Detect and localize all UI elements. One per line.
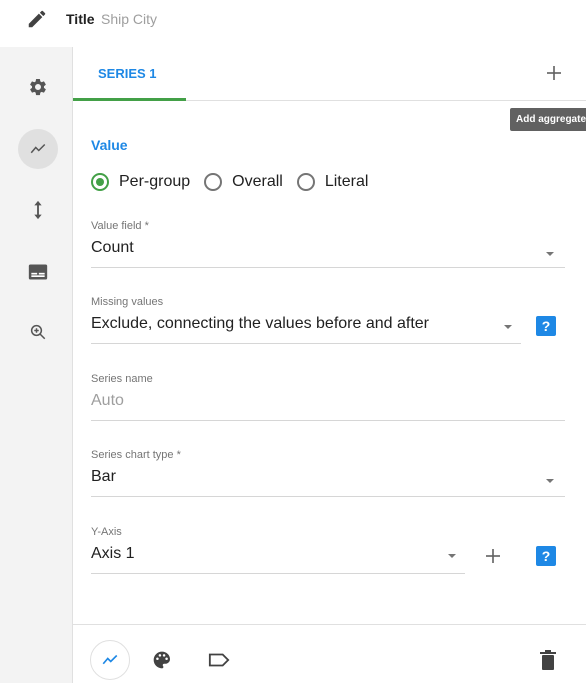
- caption-icon[interactable]: [18, 252, 58, 292]
- missing-values-value: Exclude, connecting the values before an…: [91, 315, 429, 332]
- title-value[interactable]: Ship City: [101, 11, 157, 27]
- series-tabs: SERIES 1: [73, 47, 586, 101]
- tab-series-1[interactable]: SERIES 1: [73, 47, 186, 101]
- chevron-down-icon[interactable]: [448, 554, 456, 558]
- missing-values-help-icon[interactable]: ?: [536, 316, 556, 336]
- radio-overall-circle[interactable]: [204, 173, 223, 191]
- missing-values-select[interactable]: Missing values Exclude, connecting the v…: [91, 296, 521, 344]
- sidebar: [0, 47, 72, 683]
- value-mode-radio-group: Per-group Overall Literal: [91, 170, 382, 194]
- active-tab-indicator: [73, 98, 186, 101]
- series-chart-type-select[interactable]: Series chart type * Bar: [91, 449, 565, 497]
- chevron-down-icon[interactable]: [546, 252, 554, 256]
- value-field-underline: [91, 267, 565, 268]
- y-axis-select[interactable]: Y-Axis Axis 1: [91, 526, 465, 574]
- series-name-label: Series name: [91, 373, 153, 385]
- vertical-arrows-icon[interactable]: [18, 190, 58, 230]
- radio-literal-label: Literal: [324, 173, 369, 190]
- y-axis-value: Axis 1: [91, 545, 135, 562]
- add-axis-button[interactable]: [483, 546, 503, 566]
- line-chart-icon[interactable]: [90, 640, 130, 680]
- chevron-down-icon[interactable]: [546, 479, 554, 483]
- add-aggregate-tooltip: Add aggregate: [510, 108, 586, 131]
- title-bar: Title Ship City: [0, 0, 586, 40]
- y-axis-underline: [91, 573, 465, 574]
- y-axis-help-icon[interactable]: ?: [536, 546, 556, 566]
- radio-per-group[interactable]: Per-group: [91, 173, 190, 191]
- series-chart-type-label: Series chart type *: [91, 449, 181, 461]
- value-section-title: Value: [91, 137, 128, 153]
- missing-values-underline: [91, 343, 521, 344]
- tab-series-1-label: SERIES 1: [98, 66, 157, 81]
- value-field-label: Value field *: [91, 220, 149, 232]
- line-chart-icon[interactable]: [18, 129, 58, 169]
- radio-per-group-circle[interactable]: [91, 173, 109, 191]
- series-name-value: Auto: [91, 392, 124, 409]
- gear-icon[interactable]: [18, 67, 58, 107]
- series-name-underline: [91, 420, 565, 421]
- add-aggregate-button[interactable]: [540, 59, 568, 87]
- value-field-select[interactable]: Value field * Count: [91, 220, 565, 268]
- series-panel: SERIES 1 Add aggregate Value Per-group O…: [72, 47, 586, 683]
- y-axis-label: Y-Axis: [91, 526, 122, 538]
- pencil-icon[interactable]: [26, 8, 48, 30]
- label-icon[interactable]: [208, 652, 230, 673]
- series-chart-type-value: Bar: [91, 468, 116, 485]
- chevron-down-icon[interactable]: [504, 325, 512, 329]
- series-bottom-toolbar: [73, 624, 586, 684]
- radio-literal-circle[interactable]: [296, 173, 315, 191]
- zoom-in-icon[interactable]: [18, 312, 58, 352]
- title-label: Title: [66, 11, 95, 27]
- series-chart-type-underline: [91, 496, 565, 497]
- palette-icon[interactable]: [152, 650, 172, 675]
- value-field-value: Count: [91, 239, 134, 256]
- radio-literal[interactable]: Literal: [296, 173, 369, 191]
- radio-per-group-label: Per-group: [119, 173, 191, 190]
- series-name-input[interactable]: Series name Auto: [91, 373, 565, 421]
- radio-overall[interactable]: Overall: [204, 173, 283, 191]
- radio-overall-label: Overall: [232, 173, 283, 190]
- missing-values-label: Missing values: [91, 296, 164, 308]
- trash-icon[interactable]: [540, 650, 556, 675]
